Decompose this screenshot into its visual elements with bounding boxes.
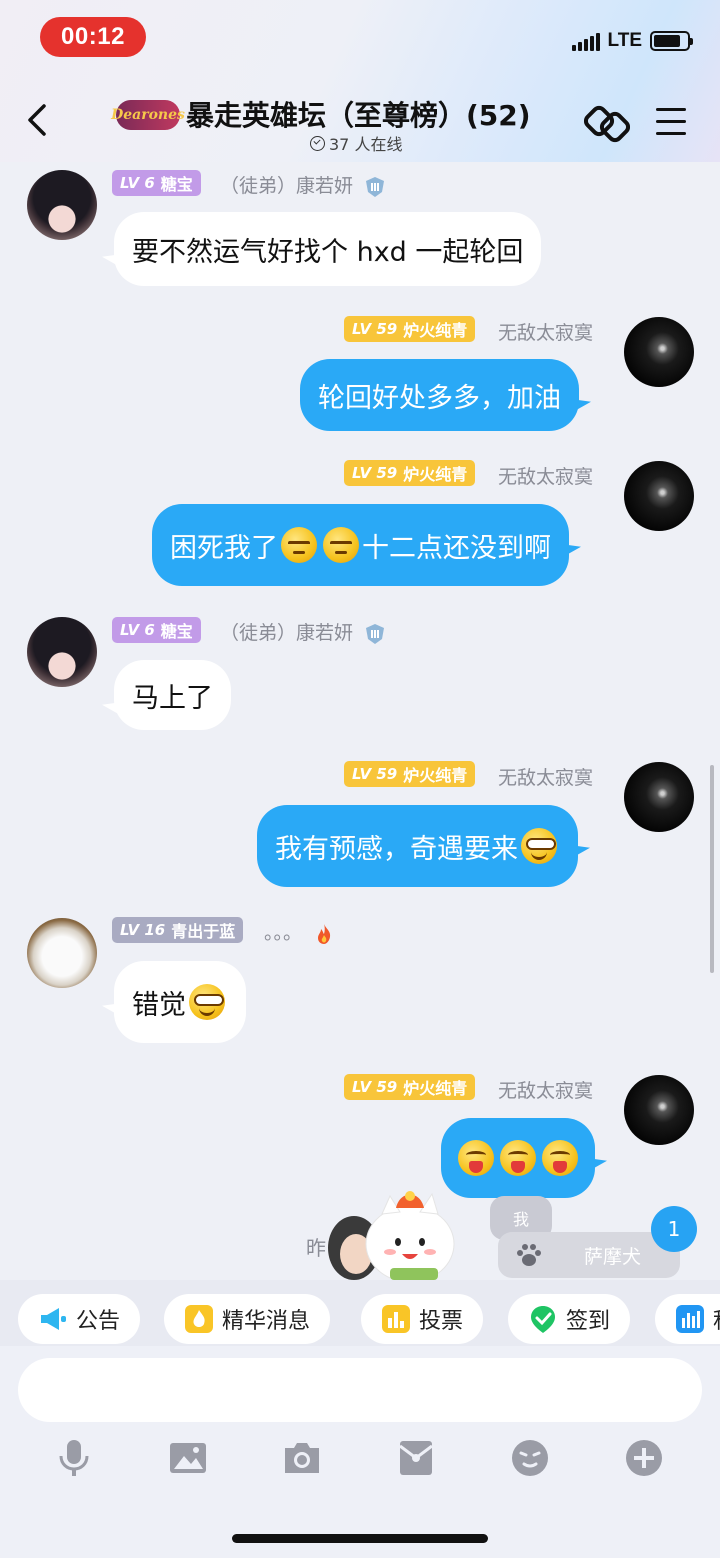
sender-name[interactable]: 无敌太寂寞 <box>498 462 593 489</box>
avatar[interactable] <box>624 461 694 531</box>
sender-name[interactable]: （徒弟）康若妍 <box>220 618 387 646</box>
status-indicators: LTE <box>571 30 693 52</box>
chart-icon <box>676 1305 704 1333</box>
sender-name[interactable]: 无敌太寂寞 <box>498 1076 593 1103</box>
unread-badge[interactable]: 1 <box>651 1206 697 1252</box>
vote-button[interactable]: 投票 <box>361 1294 484 1344</box>
sender-name[interactable]: 无敌太寂寞 <box>498 763 593 790</box>
plus-icon[interactable] <box>624 1438 664 1478</box>
composer <box>0 1346 720 1558</box>
menu-icon[interactable] <box>656 108 686 136</box>
sender-name[interactable]: 。。。 <box>264 918 336 946</box>
microphone-icon[interactable] <box>54 1438 94 1478</box>
fire-icon <box>318 923 331 944</box>
sleepy-emoji <box>323 527 359 563</box>
smug-emoji <box>521 828 557 864</box>
level-badge: LV 6 糖宝 <box>112 170 201 196</box>
announcement-button[interactable]: 公告 <box>18 1294 141 1344</box>
composer-toolbar <box>0 1438 720 1488</box>
tongue-emoji <box>458 1140 494 1176</box>
paw-icon <box>517 1244 541 1266</box>
level-badge: LV 59 炉火纯青 <box>344 761 476 787</box>
shield-icon <box>366 176 385 197</box>
link-icon[interactable] <box>584 102 630 146</box>
level-badge: LV 6 糖宝 <box>112 617 201 643</box>
checkin-icon <box>531 1306 555 1333</box>
online-icon <box>310 135 325 151</box>
back-arrow-icon[interactable] <box>22 100 52 140</box>
shield-icon <box>366 623 385 644</box>
message-bubble[interactable]: 马上了 <box>114 660 231 730</box>
level-badge: LV 59 炉火纯青 <box>344 1074 476 1100</box>
message-bubble[interactable]: 我有预感，奇遇要来 <box>257 805 578 887</box>
home-indicator[interactable] <box>232 1534 488 1543</box>
avatar[interactable] <box>27 170 97 240</box>
message-bubble[interactable]: 错觉 <box>114 961 246 1043</box>
essence-button[interactable]: 精华消息 <box>164 1294 331 1344</box>
level-badge: LV 59 炉火纯青 <box>344 316 476 342</box>
header: 00:12 LTE Dearones 暴走英雄坛（至尊榜）(52) 37 人在线 <box>0 0 720 162</box>
level-badge: LV 59 炉火纯青 <box>344 460 476 486</box>
pet-sticker[interactable] <box>320 1188 470 1280</box>
battery-icon <box>650 31 693 51</box>
checkin-button[interactable]: 签到 <box>508 1294 631 1344</box>
red-packet-icon[interactable] <box>396 1438 436 1478</box>
tongue-emoji <box>500 1140 536 1176</box>
tongue-emoji <box>542 1140 578 1176</box>
online-count[interactable]: 37 人在线 <box>310 131 402 155</box>
message-bubble[interactable] <box>441 1118 595 1198</box>
sender-name[interactable]: 无敌太寂寞 <box>498 318 593 345</box>
camera-icon[interactable] <box>282 1438 322 1478</box>
level-badge: LV 16 青出于蓝 <box>112 917 244 943</box>
avatar[interactable] <box>624 762 694 832</box>
quick-action-bar: 公告 精华消息 投票 签到 积 <box>0 1280 720 1346</box>
scrollbar[interactable] <box>710 765 714 973</box>
image-icon[interactable] <box>168 1438 208 1478</box>
sleepy-emoji <box>281 527 317 563</box>
vote-icon <box>382 1305 410 1333</box>
megaphone-icon <box>41 1308 66 1330</box>
status-time: 00:12 <box>40 17 146 57</box>
group-logo: Dearones <box>111 100 185 130</box>
message-input[interactable] <box>18 1358 702 1422</box>
avatar[interactable] <box>624 317 694 387</box>
network-type: LTE <box>607 30 642 51</box>
emoji-icon[interactable] <box>510 1438 550 1478</box>
signal-icon <box>571 31 600 51</box>
page-title[interactable]: 暴走英雄坛（至尊榜）(52) <box>186 94 531 134</box>
points-button[interactable]: 积 <box>655 1294 720 1344</box>
smug-emoji <box>189 984 225 1020</box>
message-bubble[interactable]: 轮回好处多多，加油 <box>300 359 579 431</box>
sender-name[interactable]: （徒弟）康若妍 <box>220 171 387 199</box>
essence-icon <box>185 1305 213 1333</box>
message-bubble[interactable]: 困死我了 十二点还没到啊 <box>152 504 569 586</box>
avatar[interactable] <box>27 918 97 988</box>
avatar[interactable] <box>27 617 97 687</box>
avatar[interactable] <box>624 1075 694 1145</box>
message-bubble[interactable]: 要不然运气好找个 hxd 一起轮回 <box>114 212 542 286</box>
